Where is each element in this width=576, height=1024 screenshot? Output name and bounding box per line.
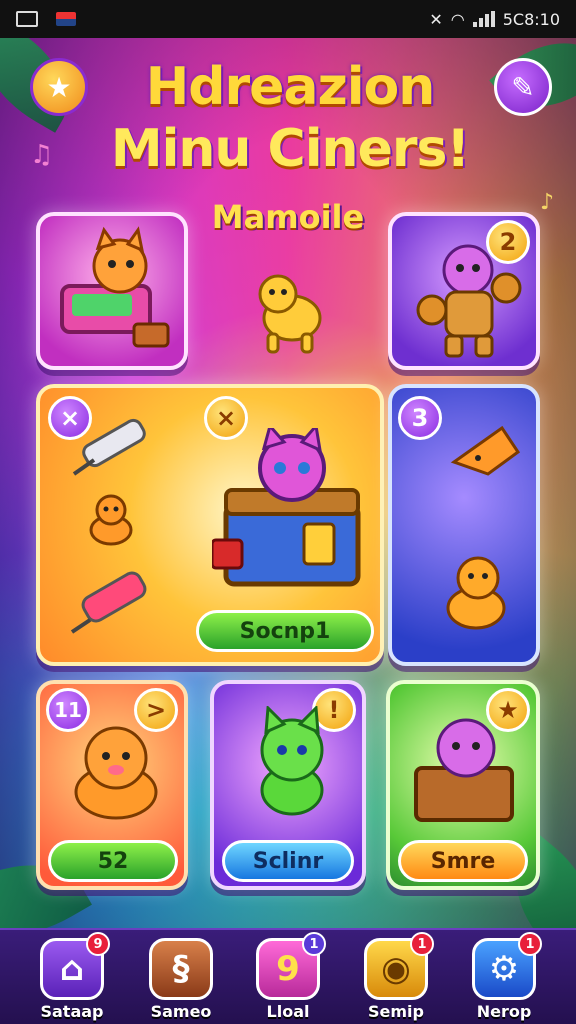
card-top-right[interactable]: 2 xyxy=(388,212,540,370)
count-badge: 3 xyxy=(398,396,442,440)
notification-badge: 1 xyxy=(410,932,434,956)
potion-syringe-icon xyxy=(70,571,147,634)
nav-item-sameo[interactable]: § Sameo xyxy=(145,938,217,1022)
nav-label: Nerop xyxy=(476,1002,532,1021)
nav-label: Lloal xyxy=(266,1002,310,1021)
cat-boxer xyxy=(416,244,522,358)
score-button[interactable]: 52 xyxy=(48,840,178,882)
nav-label: Sameo xyxy=(150,1002,212,1021)
cat-in-crate xyxy=(414,718,514,822)
status-time: 5C8:10 xyxy=(502,9,560,29)
flag-icon xyxy=(56,12,76,26)
card-bottom-left[interactable]: 11 > 52 xyxy=(36,680,188,890)
card-bottom-right[interactable]: ★ Smre xyxy=(386,680,540,890)
signal-icon xyxy=(472,11,495,27)
syringe-icon xyxy=(72,418,146,476)
game-title: Hdreazion Minu Ciners! xyxy=(70,56,510,180)
nav-item-lloal[interactable]: 9 1 Lloal xyxy=(252,932,326,1022)
nav-item-nerop[interactable]: ⚙ 1 Nerop xyxy=(468,932,542,1022)
right-action-button[interactable]: Smre xyxy=(398,840,528,882)
yellow-cat-running xyxy=(258,274,322,354)
title-line-2: Minu Ciners! xyxy=(110,119,470,179)
green-cat xyxy=(260,706,324,816)
card-featured[interactable]: × × Socnp1 xyxy=(36,384,384,666)
orange-tabby-cat xyxy=(74,726,158,820)
orange-cat-sitting xyxy=(446,556,506,630)
bottom-navigation: ⌂ 9 Sataap § Sameo 9 1 Lloal ◉ 1 Semip ⚙… xyxy=(0,928,576,1024)
small-orange-cat xyxy=(89,494,133,546)
card-bottom-middle[interactable]: ! Sclinr xyxy=(210,680,366,890)
music-note-icon: ♫ xyxy=(30,140,54,170)
card-top-left[interactable] xyxy=(36,212,188,370)
nav-item-semip[interactable]: ◉ 1 Semip xyxy=(360,932,434,1022)
card-side[interactable]: 3 xyxy=(388,384,540,666)
notification-badge: 9 xyxy=(86,932,110,956)
notification-badge: 1 xyxy=(302,932,326,956)
cat-with-box xyxy=(60,226,170,348)
featured-action-button[interactable]: Socnp1 xyxy=(196,610,374,652)
status-bar: ✕ ◠ 5C8:10 xyxy=(0,0,576,38)
mute-icon: ✕ xyxy=(429,9,443,29)
title-line-1: Hdreazion xyxy=(145,57,436,117)
music-note-icon: ♪ xyxy=(540,190,555,215)
nav-label: Sataap xyxy=(40,1002,104,1021)
nav-item-sataap[interactable]: ⌂ 9 Sataap xyxy=(36,932,110,1022)
nav-label: Semip xyxy=(368,1002,424,1021)
flying-fox xyxy=(450,425,521,476)
wifi-icon: ◠ xyxy=(450,9,465,29)
middle-action-button[interactable]: Sclinr xyxy=(222,840,354,882)
notification-badge: 1 xyxy=(518,932,542,956)
sword-swap-icon: § xyxy=(149,938,213,1000)
gallery-icon xyxy=(16,11,38,27)
treasure-chest-cat xyxy=(212,428,361,587)
